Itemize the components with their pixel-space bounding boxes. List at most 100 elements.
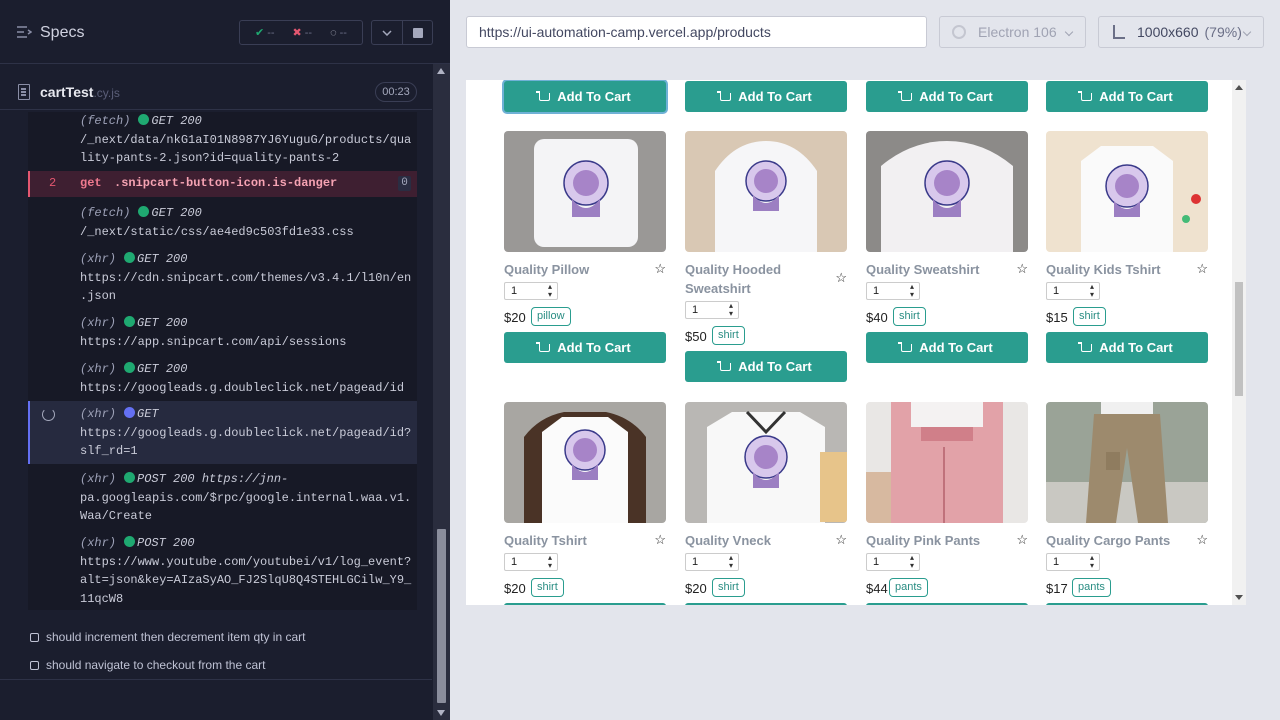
add-to-cart-button[interactable]: Add To Cart [1046, 81, 1208, 112]
command-row[interactable]: (xhr) GET 200 https://googleads.g.doublec… [28, 360, 417, 397]
product-image[interactable] [685, 402, 847, 523]
app-scrollbar[interactable] [1232, 80, 1246, 605]
status-dot [124, 252, 136, 263]
file-icon [18, 84, 30, 100]
status-dot [124, 472, 136, 483]
quantity-stepper[interactable]: 1 [504, 282, 558, 300]
quantity-stepper[interactable]: 1 [866, 553, 920, 571]
duration-badge: 00:23 [375, 82, 417, 102]
category-tag[interactable]: pants [1072, 578, 1111, 597]
specs-list-icon[interactable] [16, 25, 32, 39]
divider [0, 679, 432, 680]
product-image[interactable] [1046, 131, 1208, 252]
product-image[interactable] [866, 131, 1028, 252]
ruler-icon [1113, 25, 1125, 39]
test-item[interactable]: should increment then decrement item qty… [30, 630, 305, 644]
category-tag[interactable]: pillow [531, 307, 571, 326]
app-under-test-frame[interactable]: Add To Cart Add To Cart Add To Cart Add … [466, 80, 1246, 605]
scroll-down-icon[interactable] [1235, 595, 1243, 600]
product-price: $20 [504, 310, 526, 325]
quantity-stepper[interactable]: 1 [1046, 282, 1100, 300]
chevron-down-icon [1242, 27, 1252, 37]
add-to-cart-button[interactable]: Add To Cart [685, 81, 847, 112]
category-tag[interactable]: pants [889, 578, 928, 597]
spec-file-header: cartTest.cy.js 00:23 [0, 74, 432, 110]
add-to-cart-button[interactable]: Add To Cart [504, 603, 666, 605]
viewport-info[interactable]: 1000x660 (79%) [1098, 16, 1264, 48]
favorite-star-icon[interactable]: ☆ [835, 532, 847, 548]
favorite-star-icon[interactable]: ☆ [1196, 261, 1208, 277]
command-log[interactable]: (fetch) GET 200 /_next/data/nkG1aI01N8987… [28, 112, 417, 610]
add-to-cart-button[interactable]: Add To Cart [685, 351, 847, 382]
category-tag[interactable]: shirt [893, 307, 926, 326]
add-to-cart-button[interactable]: Add To Cart [1046, 332, 1208, 363]
add-to-cart-button[interactable]: Add To Cart [1046, 603, 1208, 605]
pending-command-row[interactable]: (xhr) GET https://googleads.g.doubleclick… [28, 401, 417, 464]
chevron-down-icon [382, 29, 392, 36]
test-item[interactable]: should navigate to checkout from the car… [30, 658, 265, 672]
command-row[interactable]: (fetch) GET 200 /_next/data/nkG1aI01N8987… [28, 112, 417, 168]
scroll-up-icon[interactable] [437, 68, 445, 74]
cart-icon [1078, 91, 1093, 101]
add-to-cart-button[interactable]: Add To Cart [866, 81, 1028, 112]
quantity-stepper[interactable]: 1 [1046, 553, 1100, 571]
spec-file-name[interactable]: cartTest.cy.js [40, 84, 120, 100]
favorite-star-icon[interactable]: ☆ [654, 261, 666, 277]
specs-label[interactable]: Specs [40, 24, 84, 42]
product-price: $15 [1046, 310, 1068, 325]
category-tag[interactable]: shirt [712, 578, 745, 597]
add-to-cart-button[interactable]: Add To Cart [866, 332, 1028, 363]
add-to-cart-button[interactable]: Add To Cart [504, 332, 666, 363]
command-row[interactable]: (xhr) POST 200 https://jnn- pa.googleapis… [28, 470, 417, 526]
product-price: $44 [866, 581, 888, 596]
command-row[interactable]: (xhr) GET 200 https://app.snipcart.com/ap… [28, 314, 417, 351]
add-to-cart-button[interactable]: Add To Cart [504, 81, 666, 112]
product-image[interactable] [866, 402, 1028, 523]
status-dot [124, 316, 136, 327]
cart-icon [717, 361, 732, 371]
cart-icon [717, 91, 732, 101]
cart-icon [1078, 342, 1093, 352]
add-to-cart-button[interactable]: Add To Cart [685, 603, 847, 605]
scroll-down-icon[interactable] [437, 710, 445, 716]
cart-icon [898, 342, 913, 352]
product-image[interactable] [685, 131, 847, 252]
product-price: $20 [504, 581, 526, 596]
scrollbar-thumb[interactable] [437, 529, 446, 703]
scroll-up-icon[interactable] [1235, 85, 1243, 90]
command-row[interactable]: (fetch) GET 200 /_next/static/css/ae4ed9c… [28, 204, 417, 241]
product-image[interactable] [504, 131, 666, 252]
quantity-stepper[interactable]: 1 [504, 553, 558, 571]
favorite-star-icon[interactable]: ☆ [835, 270, 847, 286]
pending-icon: ◌ [330, 26, 337, 39]
favorite-star-icon[interactable]: ☆ [1016, 261, 1028, 277]
url-bar[interactable]: https://ui-automation-camp.vercel.app/pr… [466, 16, 927, 48]
command-row[interactable]: (xhr) POST 200 https://www.youtube.com/yo… [28, 534, 417, 608]
product-image[interactable] [504, 402, 666, 523]
quantity-stepper[interactable]: 1 [866, 282, 920, 300]
failed-command-row[interactable]: 2 get .snipcart-button-icon.is-danger 0 [28, 171, 417, 197]
reporter-scrollbar[interactable] [433, 64, 450, 720]
stop-button[interactable] [403, 20, 433, 45]
category-tag[interactable]: shirt [1073, 307, 1106, 326]
product-price: $20 [685, 581, 707, 596]
status-dot [124, 362, 136, 373]
category-tag[interactable]: shirt [531, 578, 564, 597]
failed-stat: ✖ -- [292, 27, 313, 39]
pending-stat: ◌ -- [330, 26, 347, 39]
quantity-stepper[interactable]: 1 [685, 301, 739, 319]
quantity-stepper[interactable]: 1 [685, 553, 739, 571]
favorite-star-icon[interactable]: ☆ [1196, 532, 1208, 548]
chevron-down-icon [1064, 27, 1074, 37]
element-count-badge: 0 [398, 176, 411, 191]
favorite-star-icon[interactable]: ☆ [1016, 532, 1028, 548]
favorite-star-icon[interactable]: ☆ [654, 532, 666, 548]
category-tag[interactable]: shirt [712, 326, 745, 345]
browser-selector[interactable]: Electron 106 [939, 16, 1086, 48]
scrollbar-thumb[interactable] [1235, 282, 1243, 396]
add-to-cart-button[interactable]: Add To Cart [866, 603, 1028, 605]
command-row[interactable]: (xhr) GET 200 https://cdn.snipcart.com/th… [28, 250, 417, 306]
product-price: $50 [685, 329, 707, 344]
expand-toggle-button[interactable] [371, 20, 403, 45]
product-image[interactable] [1046, 402, 1208, 523]
